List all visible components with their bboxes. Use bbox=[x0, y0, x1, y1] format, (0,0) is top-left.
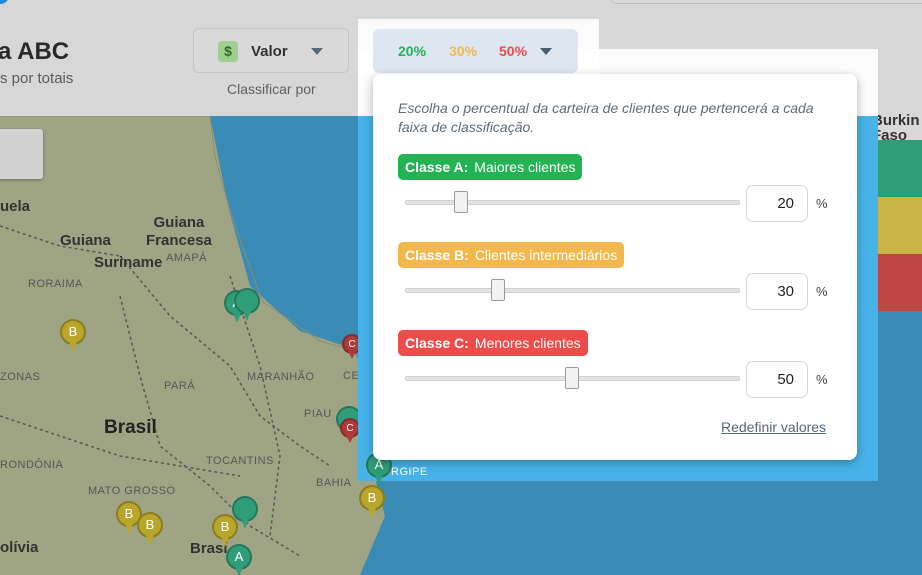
map-label-roraima: RORAIMA bbox=[28, 278, 83, 290]
map-label-para: PARÁ bbox=[164, 380, 196, 392]
class-a-slider[interactable] bbox=[405, 191, 740, 213]
pin-tip bbox=[124, 521, 134, 534]
map-label-guiana: Guiana bbox=[60, 232, 111, 249]
map-label-brasil: Brasil bbox=[104, 417, 157, 438]
class-a-input[interactable]: 20 bbox=[746, 185, 808, 222]
map-label-suriname: Suriname bbox=[94, 254, 163, 271]
pin-tip bbox=[374, 472, 384, 485]
popup-description: Escolha o percentual da carteira de clie… bbox=[398, 100, 814, 135]
map-label-venezuela: uela bbox=[0, 198, 31, 215]
class-a-percent: 20% bbox=[398, 43, 427, 59]
chevron-down-icon bbox=[311, 48, 323, 55]
classify-by-label: Classificar por bbox=[227, 81, 316, 97]
classification-popup: Escolha o percentual da carteira de clie… bbox=[373, 74, 857, 460]
pin-tip bbox=[347, 349, 357, 359]
class-percent-dropdown[interactable]: 20% 30% 50% bbox=[373, 29, 578, 73]
map-pin-class-a[interactable] bbox=[234, 288, 260, 322]
page-title: a ABC bbox=[0, 38, 70, 65]
app-logo bbox=[0, 0, 8, 4]
class-a-slider-thumb[interactable] bbox=[454, 191, 468, 213]
map-pin-class-b[interactable]: B bbox=[137, 512, 163, 546]
class-b-tag: Classe B: bbox=[405, 247, 469, 263]
map-label-bolivia: olívia bbox=[0, 539, 39, 556]
class-a-unit: % bbox=[816, 196, 828, 211]
pin-tip bbox=[240, 516, 250, 529]
class-b-slider[interactable] bbox=[405, 279, 740, 301]
map-label-rondonia: RONDÔNIA bbox=[0, 459, 64, 471]
map-label-piaui: PIAU bbox=[304, 408, 332, 420]
class-c-slider-thumb[interactable] bbox=[565, 367, 579, 389]
class-a-tag: Classe A: bbox=[405, 159, 469, 175]
class-c-unit: % bbox=[816, 372, 828, 387]
map-pin-class-b[interactable]: B bbox=[60, 319, 86, 353]
pin-tip bbox=[68, 339, 78, 352]
pin-tip bbox=[242, 308, 252, 321]
map-label-sergipe: RGIPE bbox=[391, 466, 428, 478]
class-c-input[interactable]: 50 bbox=[746, 361, 808, 398]
map-label-mato-grosso: MATO GROSSO bbox=[88, 485, 176, 497]
pin-tip bbox=[345, 433, 355, 443]
class-b-input[interactable]: 30 bbox=[746, 273, 808, 310]
class-c-slider[interactable] bbox=[405, 367, 740, 389]
satellite-toggle-button[interactable]: ite bbox=[0, 129, 43, 179]
value-select[interactable]: $ Valor bbox=[193, 28, 349, 73]
map-pin-class-b[interactable]: B bbox=[359, 485, 385, 519]
chevron-down-icon bbox=[540, 48, 552, 55]
top-search-bar[interactable] bbox=[610, 0, 922, 4]
class-c-badge: Classe C: Menores clientes bbox=[398, 330, 588, 356]
map-label-maranhao: MARANHÃO bbox=[247, 371, 315, 383]
class-b-badge: Classe B: Clientes intermediários bbox=[398, 242, 625, 268]
class-c-percent: 50% bbox=[499, 43, 528, 59]
class-b-slider-thumb[interactable] bbox=[491, 279, 505, 301]
map-label-tocantins: TOCANTINS bbox=[206, 455, 274, 467]
map-pin-class-a[interactable]: A bbox=[226, 544, 252, 575]
value-select-label: Valor bbox=[251, 43, 288, 60]
class-b-unit: % bbox=[816, 284, 828, 299]
pin-tip bbox=[367, 505, 377, 518]
reset-values-link[interactable]: Redefinir valores bbox=[721, 419, 826, 435]
class-c-tag: Classe C: bbox=[405, 335, 469, 351]
class-c-name: Menores clientes bbox=[474, 335, 581, 351]
class-b-percent: 30% bbox=[449, 43, 478, 59]
map-pin-class-b[interactable]: B bbox=[212, 514, 238, 548]
class-a-name: Maiores clientes bbox=[474, 159, 576, 175]
dollar-icon: $ bbox=[218, 41, 238, 62]
map-label-amapa: AMAPÁ bbox=[166, 252, 208, 264]
map-label-bahia: BAHIA bbox=[316, 477, 352, 489]
map-label-guiana-francesa: Guiana Francesa bbox=[146, 214, 212, 249]
pin-tip bbox=[234, 564, 244, 575]
map-pin-class-c[interactable]: C bbox=[340, 418, 360, 444]
class-a-badge: Classe A: Maiores clientes bbox=[398, 154, 583, 180]
page-subtitle: s por totais bbox=[0, 70, 74, 87]
pin-tip bbox=[145, 532, 155, 545]
map-label-amazonas: ZONAS bbox=[0, 371, 41, 383]
class-b-name: Clientes intermediários bbox=[474, 247, 618, 263]
